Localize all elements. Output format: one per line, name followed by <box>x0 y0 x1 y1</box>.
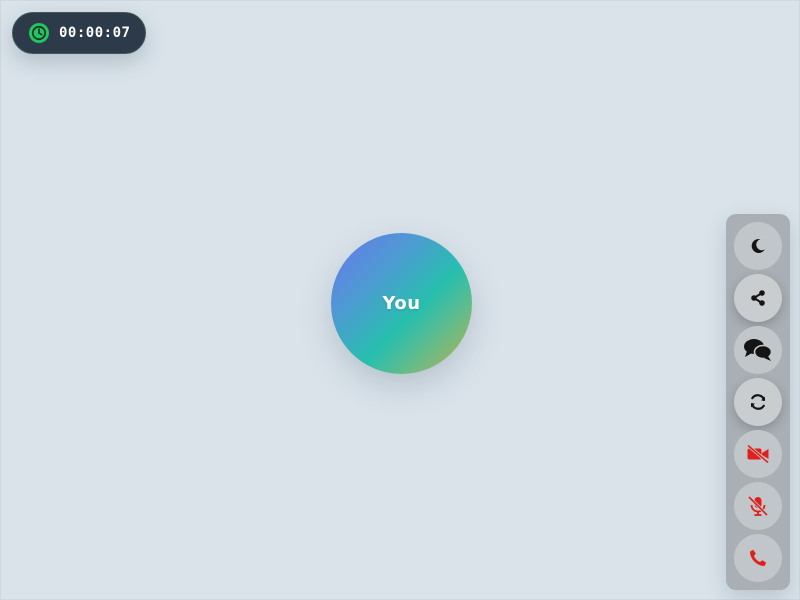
call-screen: 00:00:07 You <box>0 0 800 600</box>
chat-bubbles-icon <box>743 337 773 363</box>
theme-toggle-button[interactable] <box>734 222 782 270</box>
video-off-button[interactable] <box>734 430 782 478</box>
mic-off-button[interactable] <box>734 482 782 530</box>
call-controls-panel <box>726 214 790 590</box>
chat-button[interactable] <box>734 326 782 374</box>
participant-label: You <box>382 293 421 314</box>
call-timer: 00:00:07 <box>12 12 146 54</box>
switch-camera-button[interactable] <box>734 378 782 426</box>
end-call-button[interactable] <box>734 534 782 582</box>
share-button[interactable] <box>734 274 782 322</box>
phone-icon <box>748 548 768 568</box>
participant-avatar: You <box>331 233 472 374</box>
share-icon <box>749 289 767 307</box>
elapsed-time: 00:00:07 <box>59 25 131 41</box>
mic-off-icon <box>746 494 770 518</box>
moon-icon <box>749 237 767 255</box>
clock-icon <box>27 21 51 45</box>
video-off-icon <box>746 444 770 464</box>
refresh-icon <box>748 392 768 412</box>
